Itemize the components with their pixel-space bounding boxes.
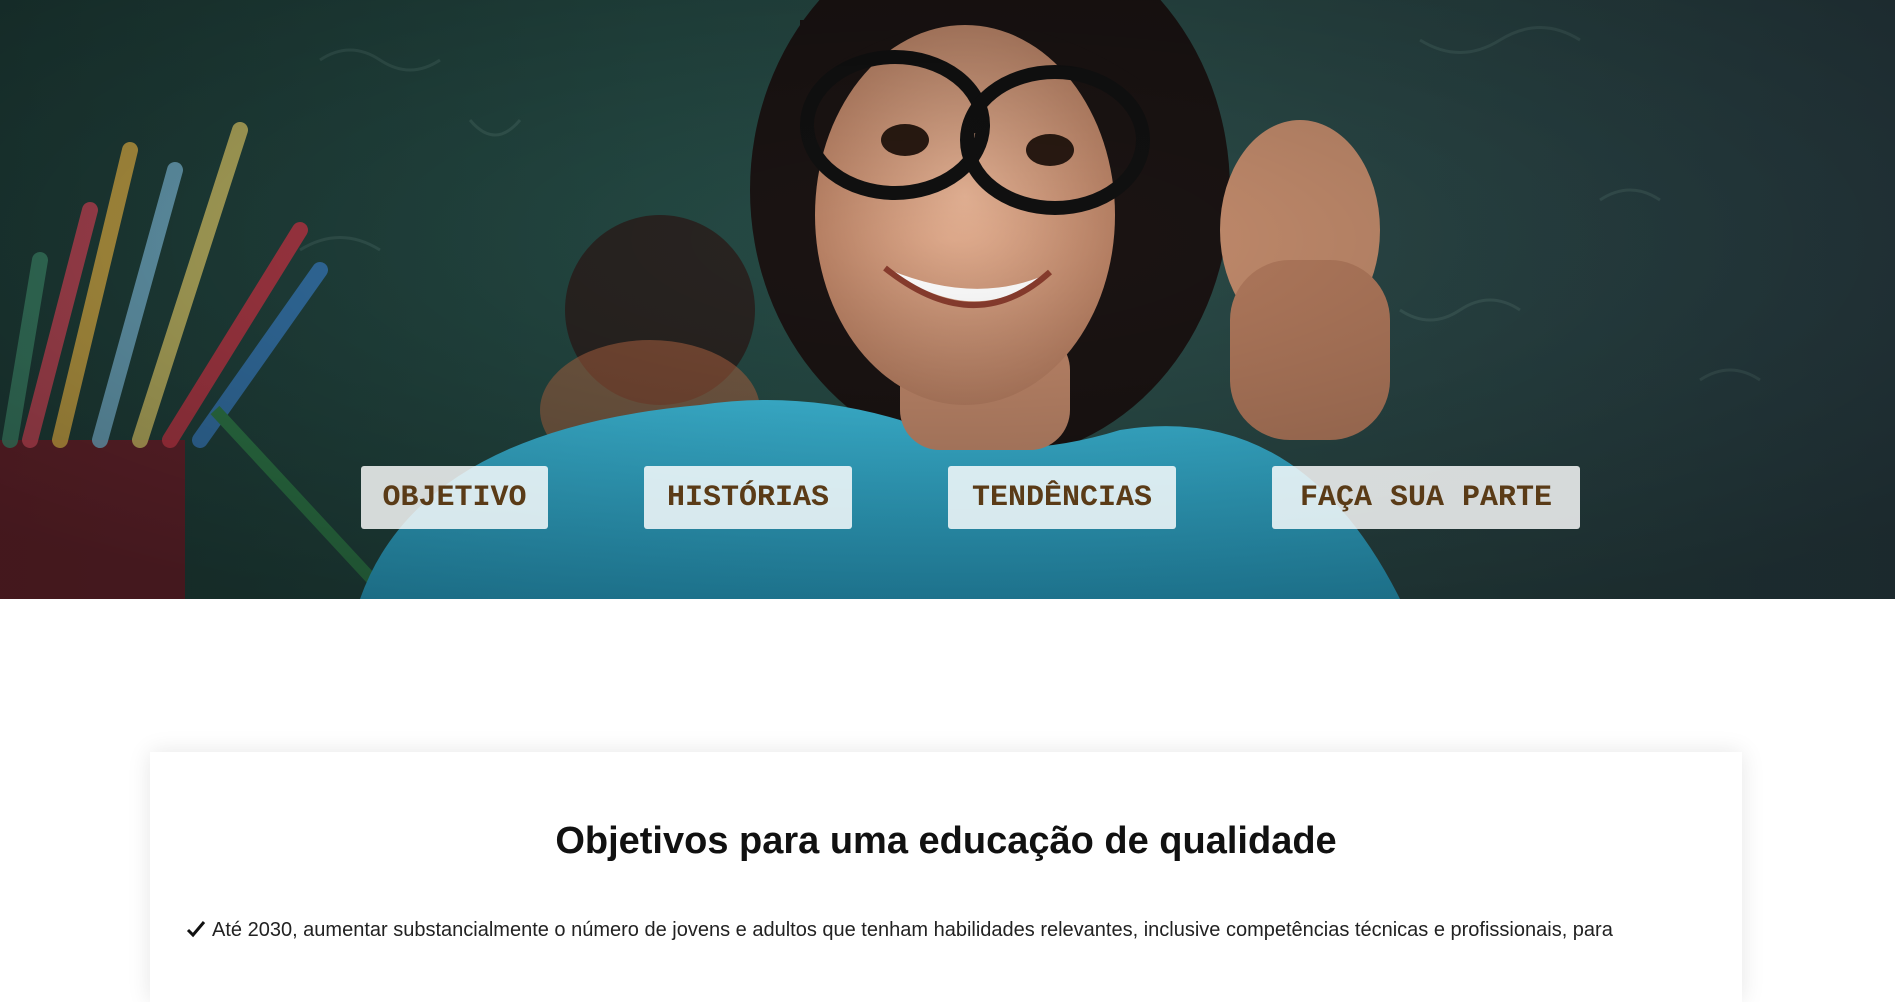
goal-text: Até 2030, aumentar substancialmente o nú…	[212, 919, 1613, 941]
goal-item: Até 2030, aumentar substancialmente o nú…	[186, 916, 1706, 944]
nav-historias[interactable]: HISTÓRIAS	[644, 466, 852, 529]
nav-objetivo[interactable]: OBJETIVO	[361, 466, 548, 529]
nav-faca-sua-parte[interactable]: FAÇA SUA PARTE	[1272, 466, 1580, 529]
section-title: Objetivos para uma educação de qualidade	[555, 820, 1337, 862]
checkmark-icon	[186, 921, 206, 938]
nav-tendencias[interactable]: TENDÊNCIAS	[948, 466, 1176, 529]
goals-card: Objetivos para uma educação de qualidade…	[150, 752, 1742, 1002]
hero-banner: OBJETIVO HISTÓRIAS TENDÊNCIAS FAÇA SUA P…	[0, 0, 1895, 599]
